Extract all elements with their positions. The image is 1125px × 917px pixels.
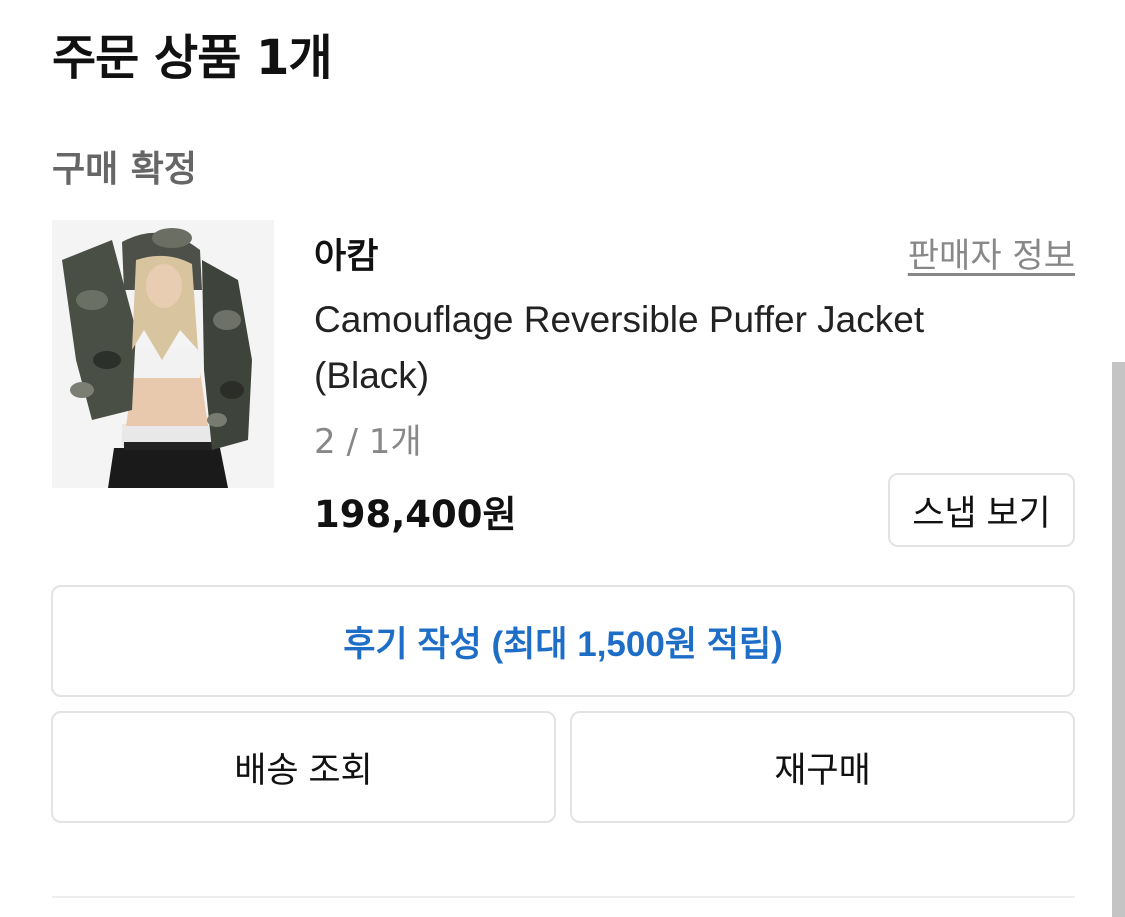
section-divider [52,896,1075,898]
write-review-button[interactable]: 후기 작성 (최대 1,500원 적립) [51,585,1075,697]
status-label: 구매 확정 [52,149,198,190]
brand-name[interactable]: 아캄 [314,228,378,279]
product-price: 198,400원 [314,493,517,536]
track-delivery-button[interactable]: 배송 조회 [51,711,556,823]
product-photo-icon [52,220,274,488]
order-products-section: 주문 상품 1개 구매 확정 아캄 판매자 정보 Camouflage Reve… [0,0,1125,917]
rebuy-button[interactable]: 재구매 [570,711,1075,823]
scrollbar[interactable] [1112,362,1125,917]
product-option: 2 / 1개 [314,422,422,462]
product-name[interactable]: Camouflage Reversible Puffer Jacket (Bla… [314,292,1014,404]
page-title: 주문 상품 1개 [52,30,333,86]
view-snap-button[interactable]: 스냅 보기 [888,473,1075,547]
seller-info-link[interactable]: 판매자 정보 [908,228,1075,277]
product-thumbnail[interactable] [52,220,274,488]
